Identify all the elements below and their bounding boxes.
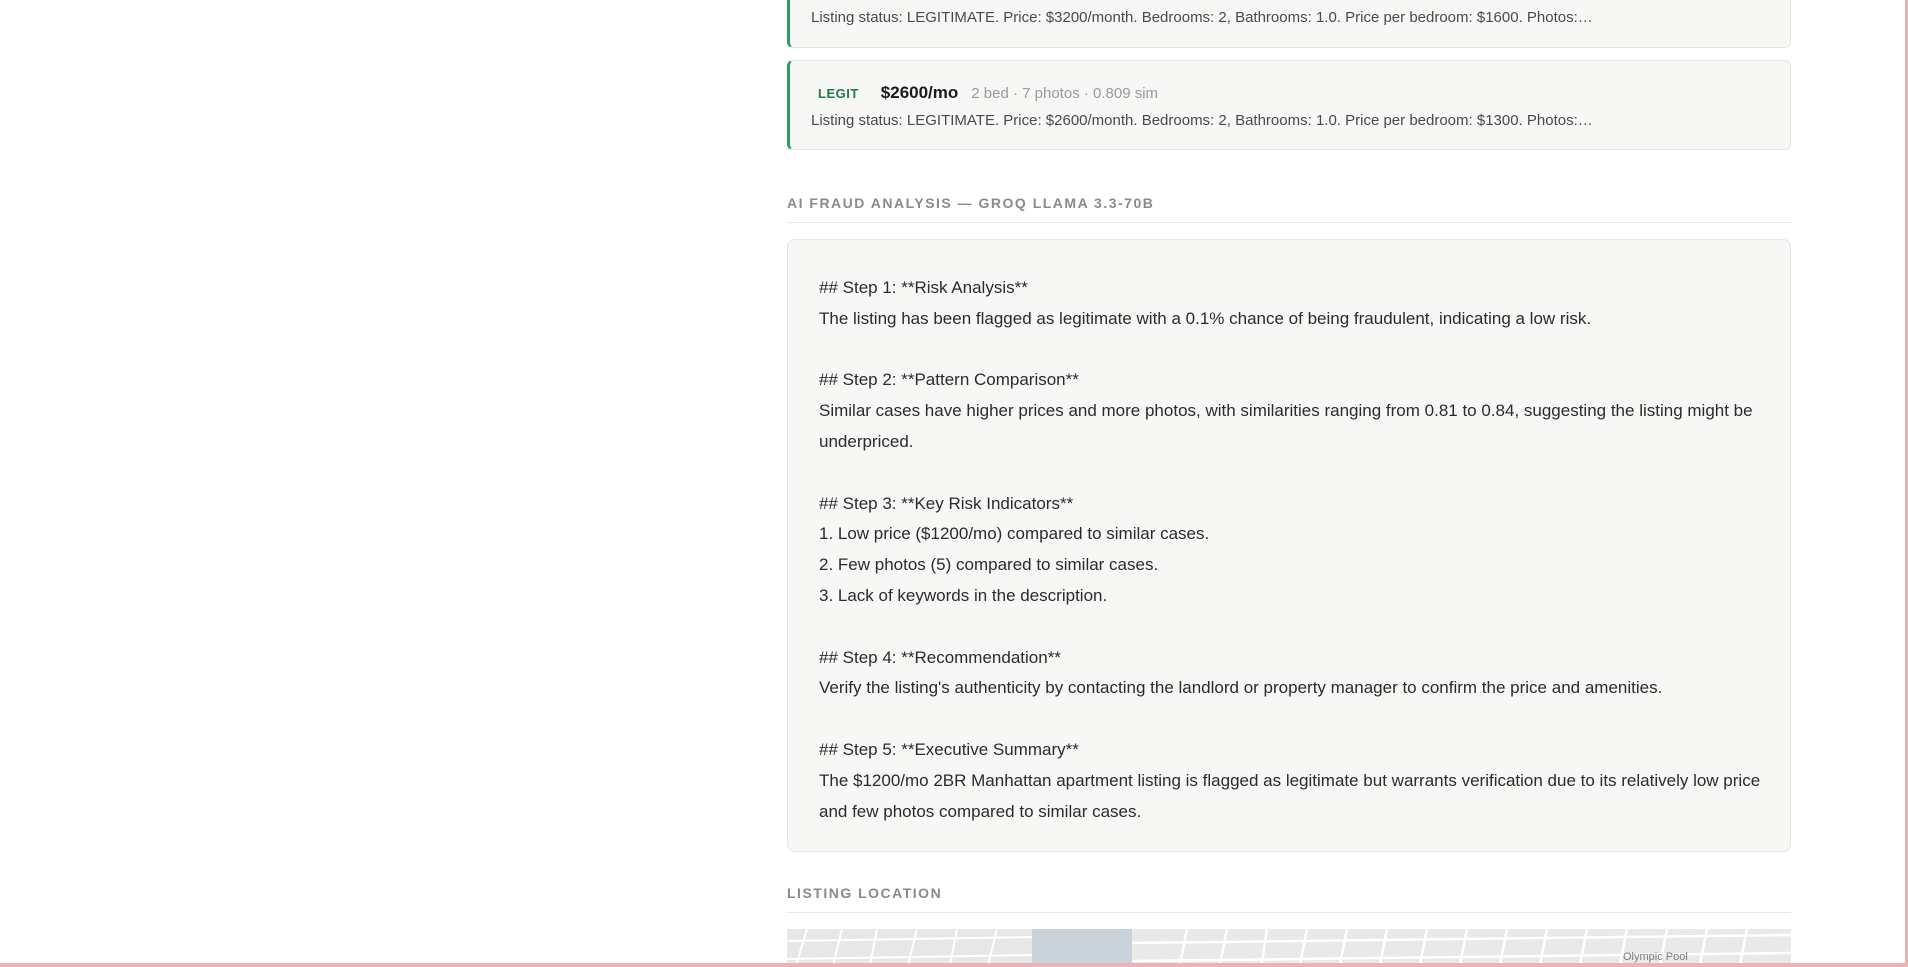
map-tiles[interactable]: Olympic Pool <box>787 929 1791 967</box>
listing-location-heading: LISTING LOCATION <box>787 885 1791 913</box>
analysis-text: The $1200/mo 2BR Manhattan apartment lis… <box>819 770 1761 790</box>
analysis-list-item: 2. Few photos (5) compared to similar ca… <box>819 555 1159 575</box>
similar-case-meta: 2 bed · 7 photos · 0.809 sim <box>971 85 1159 102</box>
analysis-step-heading: ## Step 2: **Pattern Comparison** <box>819 370 1079 390</box>
similar-case-summary: Listing status: LEGITIMATE. Price: $2600… <box>811 112 1593 129</box>
similar-case-card: LEGIT $2600/mo 2 bed · 7 photos · 0.809 … <box>787 60 1791 150</box>
analysis-text: Similar cases have higher prices and mor… <box>819 401 1753 421</box>
analysis-text: The listing has been flagged as legitima… <box>819 308 1592 328</box>
analysis-step-heading: ## Step 3: **Key Risk Indicators** <box>819 493 1074 513</box>
ai-analysis-heading: AI FRAUD ANALYSIS — GROQ LLAMA 3.3-70B <box>787 195 1791 223</box>
similar-case-summary: Listing status: LEGITIMATE. Price: $3200… <box>811 9 1593 26</box>
analysis-text: and few photos compared to similar cases… <box>819 801 1142 821</box>
ai-analysis-panel: ## Step 1: **Risk Analysis** The listing… <box>787 239 1791 852</box>
map-place-label: Olympic Pool <box>1623 951 1688 963</box>
window-border <box>0 963 1908 967</box>
analysis-list-item: 1. Low price ($1200/mo) compared to simi… <box>819 524 1210 544</box>
analysis-step-heading: ## Step 1: **Risk Analysis** <box>819 278 1028 297</box>
status-badge: LEGIT <box>818 86 859 101</box>
similar-case-card: Listing status: LEGITIMATE. Price: $3200… <box>787 0 1791 48</box>
analysis-text: underpriced. <box>819 431 914 451</box>
location-map[interactable]: Olympic Pool <box>787 929 1791 967</box>
analysis-list-item: 3. Lack of keywords in the description. <box>819 585 1108 605</box>
analysis-step-heading: ## Step 5: **Executive Summary** <box>819 739 1079 759</box>
analysis-step-heading: ## Step 4: **Recommendation** <box>819 647 1061 667</box>
analysis-text: Verify the listing's authenticity by con… <box>819 678 1663 698</box>
similar-case-price: $2600/mo <box>880 83 959 102</box>
